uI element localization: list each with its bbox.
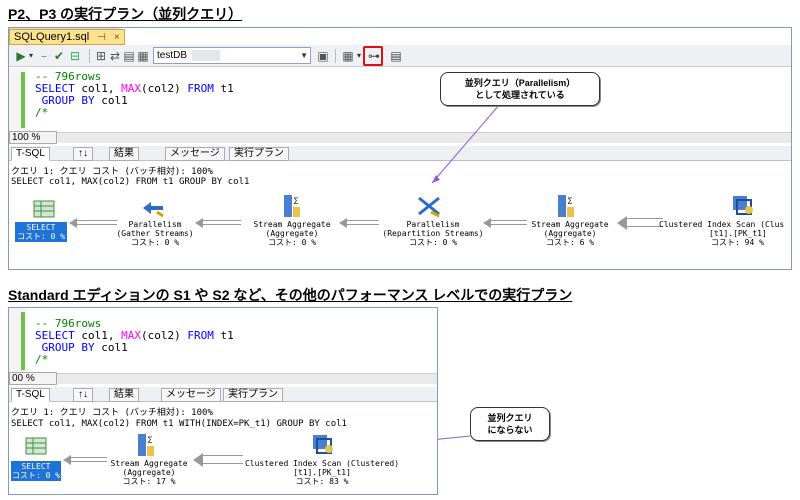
svg-text:Σ: Σ [147, 436, 153, 446]
code-line: GROUP BY col1 [41, 341, 128, 354]
results-tab-bar: T-SQL ↑↓ 結果 メッセージ 実行プラン [9, 387, 437, 402]
code-line: /* [35, 353, 49, 366]
stream-aggregate-icon[interactable]: Σ [137, 433, 155, 461]
clustered-index-scan-icon[interactable] [311, 433, 335, 459]
execution-plan-pane: クエリ 1: クエリ コスト (バッチ相対): 100% SELECT col1… [9, 403, 437, 494]
query-text: SELECT col1, MAX(col2) FROM t1 WITH(INDE… [11, 419, 347, 429]
sql-editor[interactable]: -- 796rows SELECT col1, MAX(col2) FROM t… [9, 308, 437, 372]
node-subtitle: [t1].[PK_t1] [293, 468, 351, 477]
tab-sort[interactable]: ↑↓ [73, 388, 93, 402]
changed-lines-marker [21, 312, 25, 370]
flow-arrow-head [63, 455, 71, 465]
callout-text: 並列クエリ（Parallelism） [464, 78, 576, 88]
horizontal-scrollbar[interactable] [57, 373, 437, 384]
callout-parallel: 並列クエリ（Parallelism） として処理されている [440, 72, 600, 106]
flow-arrow-head [193, 453, 203, 467]
node-name: Stream Aggregate [110, 459, 188, 468]
node-cost: コスト: 0 % [11, 471, 61, 480]
callout-text: 並列クエリ [487, 413, 533, 423]
callout-not-parallel: 並列クエリ にならない [470, 407, 550, 441]
ssms-window-standard: -- 796rows SELECT col1, MAX(col2) FROM t… [8, 307, 438, 495]
tab-execution-plan[interactable]: 実行プラン [223, 388, 283, 402]
tab-messages[interactable]: メッセージ [161, 388, 221, 402]
zoom-select[interactable]: 00 % [9, 372, 57, 385]
query-cost-header: クエリ 1: クエリ コスト (バッチ相対): 100% [11, 408, 213, 418]
tab-tsql[interactable]: T-SQL [11, 388, 50, 402]
plan-node-clustered-index-scan[interactable]: Clustered Index Scan (Clustered) [t1].[P… [237, 459, 407, 486]
node-name: SELECT [21, 462, 51, 471]
sql-code: -- 796rows SELECT col1, MAX(col2) FROM t… [35, 318, 234, 366]
select-node-label[interactable]: SELECT コスト: 0 % [11, 461, 61, 481]
tab-results[interactable]: 結果 [109, 388, 139, 402]
node-name: Clustered Index Scan (Clustered) [244, 459, 400, 468]
node-cost: コスト: 17 % [122, 477, 176, 486]
select-table-icon[interactable] [25, 437, 47, 459]
plan-node-stream-aggregate[interactable]: Stream Aggregate (Aggregate) コスト: 17 % [95, 459, 203, 486]
callout-text: にならない [487, 425, 533, 435]
callout-text: として処理されている [475, 90, 565, 100]
node-subtitle: (Aggregate) [122, 468, 176, 477]
node-cost: コスト: 83 % [295, 477, 349, 486]
